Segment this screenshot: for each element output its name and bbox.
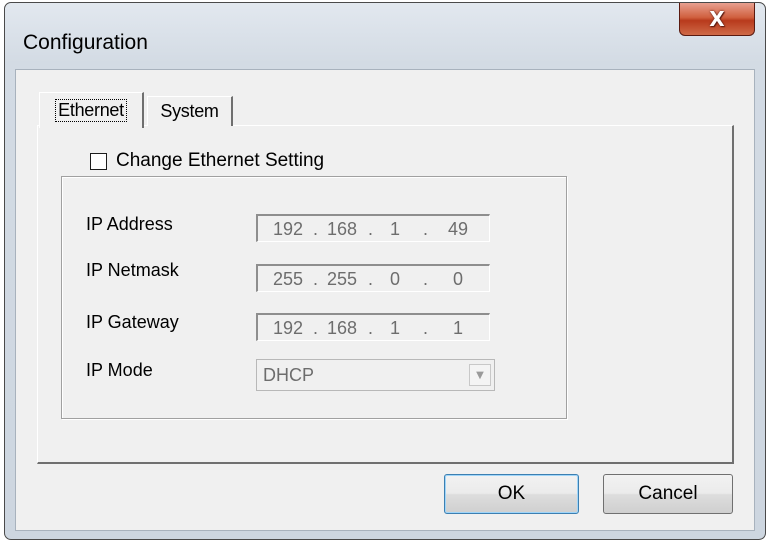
configuration-dialog: Configuration X Ethernet System Change E… — [4, 2, 766, 540]
ip-netmask-dot: . — [368, 269, 374, 289]
ip-netmask-octet-3[interactable]: 0 — [380, 269, 410, 290]
ip-address-octet-2[interactable]: 168 — [322, 219, 362, 240]
ip-address-label: IP Address — [86, 214, 173, 234]
ip-mode-value: DHCP — [263, 365, 315, 385]
ip-netmask-field[interactable]: 255 . 255 . 0 . 0 — [256, 264, 490, 292]
ip-gateway-octet-1[interactable]: 192 — [268, 318, 308, 339]
close-button[interactable]: X — [679, 3, 755, 36]
tab-ethernet[interactable]: Ethernet — [39, 92, 144, 128]
ip-gateway-dot: . — [423, 318, 429, 338]
ip-gateway-octet-3[interactable]: 1 — [380, 318, 410, 339]
ok-button[interactable]: OK — [444, 474, 579, 514]
ip-netmask-label: IP Netmask — [86, 260, 179, 280]
ip-address-dot: . — [313, 219, 319, 239]
title-bar[interactable]: Configuration X — [5, 3, 765, 73]
ip-address-octet-4[interactable]: 49 — [438, 219, 478, 240]
ip-gateway-label: IP Gateway — [86, 312, 179, 332]
tab-system[interactable]: System — [147, 96, 233, 126]
ip-gateway-octet-2[interactable]: 168 — [322, 318, 362, 339]
cancel-button[interactable]: Cancel — [603, 474, 733, 514]
ip-address-field[interactable]: 192 . 168 . 1 . 49 — [256, 214, 490, 242]
ip-gateway-dot: . — [313, 318, 319, 338]
close-icon: X — [709, 7, 725, 31]
tab-ethernet-label: Ethernet — [55, 99, 127, 122]
ip-netmask-octet-4[interactable]: 0 — [438, 269, 478, 290]
ip-address-dot: . — [423, 219, 429, 239]
ip-netmask-octet-1[interactable]: 255 — [268, 269, 308, 290]
ip-gateway-dot: . — [368, 318, 374, 338]
ip-gateway-field[interactable]: 192 . 168 . 1 . 1 — [256, 313, 490, 341]
window-title: Configuration — [23, 31, 148, 54]
dropdown-arrow-icon[interactable]: ▼ — [469, 364, 491, 386]
ip-address-dot: . — [368, 219, 374, 239]
dialog-client-area: Ethernet System Change Ethernet Setting … — [15, 69, 755, 531]
ip-netmask-dot: . — [423, 269, 429, 289]
change-ethernet-setting-label: Change Ethernet Setting — [116, 150, 325, 171]
ip-address-octet-1[interactable]: 192 — [268, 219, 308, 240]
ip-gateway-octet-4[interactable]: 1 — [438, 318, 478, 339]
ip-address-octet-3[interactable]: 1 — [380, 219, 410, 240]
change-ethernet-setting-toggle[interactable]: Change Ethernet Setting — [86, 147, 339, 175]
ip-netmask-octet-2[interactable]: 255 — [322, 269, 362, 290]
tab-system-label: System — [160, 101, 219, 121]
ip-netmask-dot: . — [313, 269, 319, 289]
ip-mode-label: IP Mode — [86, 360, 153, 380]
change-ethernet-setting-checkbox[interactable] — [90, 152, 107, 170]
ip-mode-select[interactable]: DHCP ▼ — [256, 359, 495, 391]
